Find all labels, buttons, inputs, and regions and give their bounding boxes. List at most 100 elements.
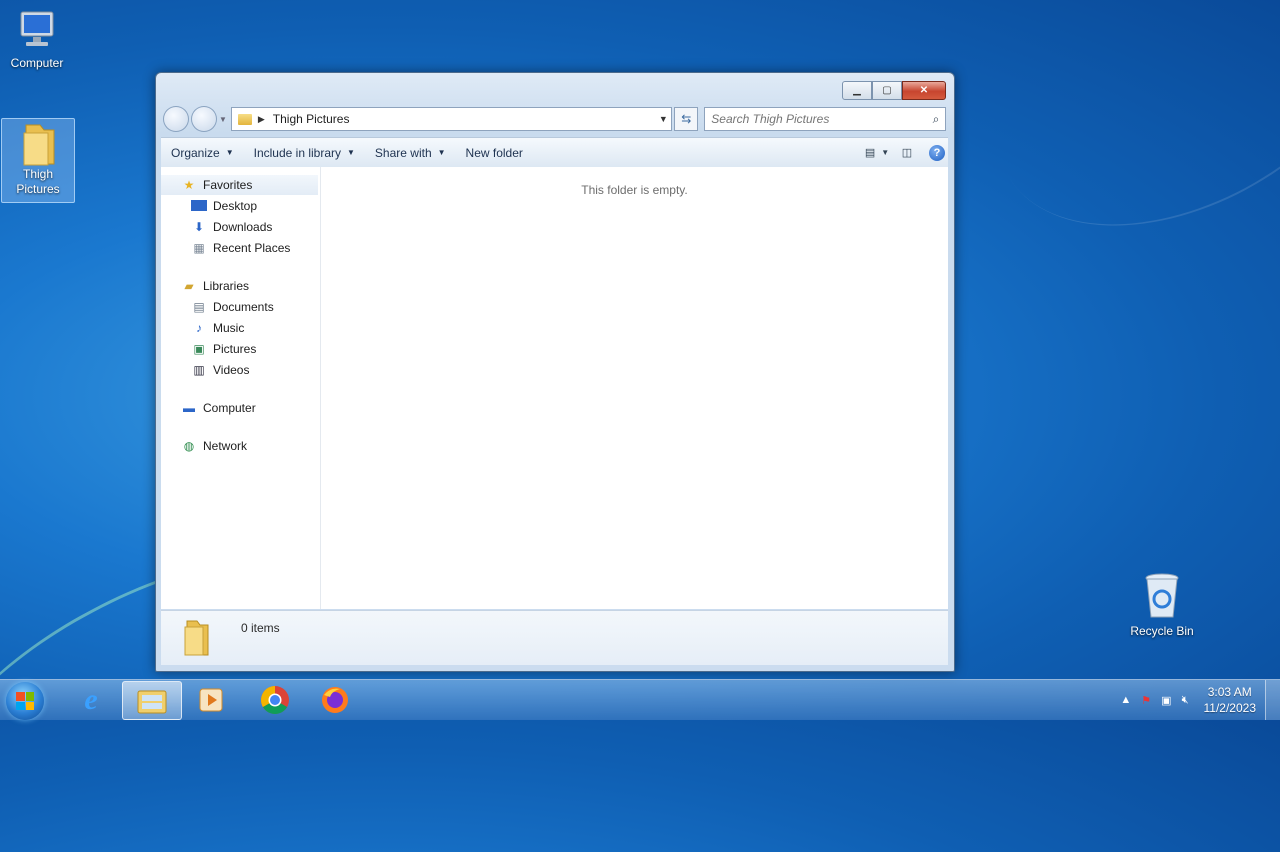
desktop-icon-label: Thigh Pictures bbox=[16, 167, 60, 196]
share-with-menu[interactable]: Share with ▼ bbox=[365, 138, 456, 167]
nav-label: Desktop bbox=[213, 198, 258, 213]
change-view-button[interactable]: ▤ ▼ bbox=[864, 142, 889, 164]
downloads-icon: ⬇ bbox=[193, 219, 205, 234]
maximize-button[interactable]: ▢ bbox=[872, 81, 902, 100]
back-button[interactable] bbox=[163, 106, 189, 132]
firefox-icon bbox=[322, 686, 348, 713]
command-bar: Organize ▼ Include in library ▼ Share with… bbox=[161, 137, 948, 168]
network-group: ◍ Network bbox=[161, 436, 320, 456]
caption-buttons: ▁ ▢ ✕ bbox=[842, 81, 946, 100]
include-in-library-label: Include in library bbox=[253, 145, 341, 160]
network-status-icon[interactable]: ▣ bbox=[1161, 694, 1171, 707]
document-icon: ▤ bbox=[193, 299, 205, 314]
clock-time: 3:03 AM bbox=[1207, 685, 1252, 699]
nav-label: Downloads bbox=[213, 219, 273, 234]
minimize-button[interactable]: ▁ bbox=[842, 81, 872, 100]
share-with-label: Share with bbox=[374, 145, 432, 160]
refresh-icon: ⇆ bbox=[681, 112, 692, 126]
forward-button[interactable] bbox=[190, 106, 217, 132]
nav-label: Pictures bbox=[213, 341, 257, 356]
help-button[interactable]: ? bbox=[926, 142, 948, 164]
nav-label: Libraries bbox=[203, 279, 250, 293]
include-in-library-menu[interactable]: Include in library ▼ bbox=[244, 138, 365, 167]
taskbar-internet-explorer[interactable]: e bbox=[62, 681, 120, 718]
nav-item-desktop[interactable]: Desktop bbox=[161, 195, 320, 216]
maximize-icon: ▢ bbox=[882, 85, 892, 96]
nav-item-videos[interactable]: ▥ Videos bbox=[161, 359, 320, 380]
favorites-group: ★ Favorites Desktop ⬇ Downloads ▦ Recent Pl… bbox=[161, 175, 320, 258]
taskbar-windows-explorer[interactable] bbox=[122, 681, 182, 720]
nav-network[interactable]: ◍ Network bbox=[161, 436, 320, 456]
folder-icon bbox=[184, 620, 209, 656]
computer-icon bbox=[20, 11, 54, 46]
taskbar-firefox[interactable] bbox=[306, 681, 364, 718]
close-icon: ✕ bbox=[919, 85, 929, 96]
search-input[interactable] bbox=[705, 111, 927, 127]
nav-favorites[interactable]: ★ Favorites bbox=[161, 175, 318, 195]
library-icon: ▰ bbox=[184, 279, 194, 293]
search-icon[interactable]: ⌕ bbox=[927, 112, 945, 127]
star-icon: ★ bbox=[183, 178, 195, 192]
recent-pages-dropdown-icon[interactable]: ▼ bbox=[219, 115, 227, 124]
desktop-icon bbox=[191, 200, 207, 211]
chrome-icon bbox=[261, 685, 289, 714]
action-center-flag-icon[interactable]: ⚑ bbox=[1141, 694, 1151, 707]
windows-explorer-icon bbox=[137, 690, 167, 713]
clock[interactable]: 3:03 AM 11/2/2023 bbox=[1204, 684, 1257, 716]
address-path[interactable]: Thigh Pictures bbox=[273, 112, 656, 126]
nav-label: Recent Places bbox=[213, 240, 291, 255]
chevron-down-icon: ▼ bbox=[225, 148, 234, 157]
videos-icon: ▥ bbox=[193, 362, 205, 377]
organize-menu[interactable]: Organize ▼ bbox=[161, 138, 244, 167]
start-button[interactable] bbox=[6, 682, 44, 720]
nav-label: Computer bbox=[203, 401, 256, 415]
taskbar-chrome[interactable] bbox=[246, 681, 304, 718]
minimize-icon: ▁ bbox=[853, 85, 861, 96]
chevron-down-icon: ▼ bbox=[437, 148, 446, 157]
nav-label: Music bbox=[213, 320, 245, 335]
items-count: 0 items bbox=[241, 621, 280, 635]
nav-computer[interactable]: ▬ Computer bbox=[161, 398, 320, 418]
nav-item-documents[interactable]: ▤ Documents bbox=[161, 296, 320, 317]
nav-label: Videos bbox=[213, 362, 250, 377]
chevron-right-icon[interactable]: ▶ bbox=[258, 114, 265, 125]
desktop-icon-recycle-bin[interactable]: Recycle Bin bbox=[1126, 572, 1198, 639]
address-bar[interactable]: ▶ Thigh Pictures ▼ bbox=[230, 107, 673, 131]
volume-muted-icon[interactable]: 🔇︎ bbox=[1182, 694, 1189, 707]
nav-item-recent-places[interactable]: ▦ Recent Places bbox=[161, 237, 320, 258]
clock-date: 11/2/2023 bbox=[1203, 701, 1257, 715]
show-hidden-icons-icon[interactable]: ▲ bbox=[1120, 694, 1131, 706]
system-tray: ▲ ⚑ ▣ 🔇︎ 3:03 AM 11/2/2023 bbox=[1115, 680, 1256, 720]
chevron-down-icon: ▼ bbox=[347, 148, 355, 157]
organize-label: Organize bbox=[171, 145, 220, 160]
close-button[interactable]: ✕ bbox=[902, 81, 946, 100]
show-desktop-button[interactable] bbox=[1265, 680, 1280, 720]
preview-pane-button[interactable]: ◫ bbox=[896, 142, 918, 164]
new-folder-button[interactable]: New folder bbox=[456, 138, 533, 167]
recent-places-icon: ▦ bbox=[193, 240, 205, 255]
view-icon: ▤ bbox=[864, 147, 876, 159]
nav-item-music[interactable]: ♪ Music bbox=[161, 317, 320, 338]
pictures-icon: ▣ bbox=[193, 341, 205, 356]
taskbar: e ▲ ⚑ ▣ 🔇︎ 3:03 AM 11/2/2023 bbox=[0, 679, 1280, 720]
taskbar-media-player[interactable] bbox=[182, 681, 240, 718]
nav-item-pictures[interactable]: ▣ Pictures bbox=[161, 338, 320, 359]
file-list-pane[interactable]: This folder is empty. bbox=[321, 167, 948, 609]
nav-libraries[interactable]: ▰ Libraries bbox=[161, 276, 320, 296]
refresh-button[interactable]: ⇆ bbox=[674, 107, 699, 131]
media-player-icon bbox=[199, 688, 223, 711]
desktop-icon-computer[interactable]: Computer bbox=[1, 10, 73, 71]
desktop-icon-thigh-pictures[interactable]: Thigh Pictures bbox=[1, 118, 75, 203]
folder-icon bbox=[23, 124, 55, 166]
preview-pane-icon: ◫ bbox=[901, 147, 913, 159]
search-box[interactable]: ⌕ bbox=[704, 107, 946, 131]
desktop-icon-label: Computer bbox=[10, 56, 64, 70]
windows-logo-icon bbox=[16, 692, 34, 710]
recycle-bin-icon bbox=[1145, 573, 1179, 618]
nav-label: Documents bbox=[213, 299, 274, 314]
libraries-group: ▰ Libraries ▤ Documents ♪ Music ▣ Pictures ▥… bbox=[161, 276, 320, 380]
nav-item-downloads[interactable]: ⬇ Downloads bbox=[161, 216, 320, 237]
new-folder-label: New folder bbox=[465, 145, 523, 160]
music-icon: ♪ bbox=[196, 320, 202, 335]
chevron-down-icon[interactable]: ▼ bbox=[655, 114, 671, 124]
